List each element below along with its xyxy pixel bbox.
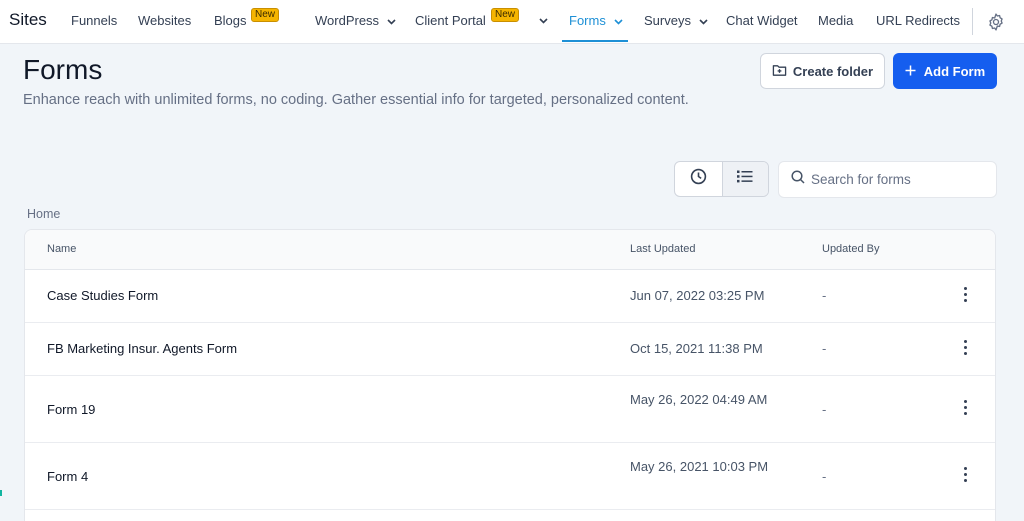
top-nav: Sites Funnels Websites Blogs New WordPre… xyxy=(0,0,1024,44)
breadcrumb-home[interactable]: Home xyxy=(27,207,60,221)
form-name[interactable]: Form 19 xyxy=(47,402,95,417)
add-form-label: Add Form xyxy=(923,63,986,79)
chevron-down-icon xyxy=(699,13,708,28)
updated-by: - xyxy=(822,469,827,484)
chevron-down-icon xyxy=(614,13,623,28)
page-description: Enhance reach with unlimited forms, no c… xyxy=(23,92,689,108)
app-title: Sites xyxy=(9,10,47,29)
more-options-icon[interactable] xyxy=(957,397,973,417)
nav-tab-label: URL Redirects xyxy=(876,13,961,28)
nav-tab-label: Client Portal xyxy=(415,13,486,28)
last-updated: May 26, 2021 10:03 PM xyxy=(630,459,769,474)
updated-by: - xyxy=(822,288,827,303)
table-header: Name Last Updated Updated By xyxy=(25,230,995,270)
table-row[interactable]: FB Marketing Insur. Agents Form Oct 15, … xyxy=(25,323,995,376)
page-title: Forms xyxy=(23,54,103,85)
nav-tab-label: Forms xyxy=(569,13,606,28)
chevron-down-icon xyxy=(387,13,396,28)
nav-tab-funnels[interactable]: Funnels xyxy=(71,13,117,28)
search-input[interactable] xyxy=(811,172,981,187)
new-badge: New xyxy=(491,8,520,22)
nav-tab-forms[interactable]: Forms xyxy=(569,13,623,28)
nav-tab-blogs[interactable]: Blogs xyxy=(214,13,247,28)
forms-table: Name Last Updated Updated By Case Studie… xyxy=(24,229,996,521)
search-icon xyxy=(791,170,805,189)
last-updated: Oct 15, 2021 11:38 PM xyxy=(630,341,763,356)
plus-icon xyxy=(905,64,916,79)
search-box xyxy=(778,161,997,198)
list-icon xyxy=(737,170,753,188)
nav-tab-surveys[interactable]: Surveys xyxy=(644,13,708,28)
chevron-down-icon[interactable] xyxy=(539,18,548,24)
more-options-icon[interactable] xyxy=(957,337,973,357)
last-updated: Jun 07, 2022 03:25 PM xyxy=(630,288,765,303)
column-header-updated-by[interactable]: Updated By xyxy=(822,243,879,255)
nav-tab-url-redirects[interactable]: URL Redirects xyxy=(876,13,960,28)
folder-plus-icon xyxy=(772,63,787,80)
new-badge: New xyxy=(251,8,280,22)
edge-indicator xyxy=(0,490,2,496)
nav-tab-client-portal[interactable]: Client Portal xyxy=(415,13,486,28)
active-tab-indicator xyxy=(562,40,628,42)
form-name[interactable]: Form 4 xyxy=(47,469,88,484)
nav-tab-label: Blogs xyxy=(214,13,247,28)
nav-tab-label: Chat Widget xyxy=(726,13,798,28)
nav-tab-label: Websites xyxy=(138,13,192,28)
clock-icon xyxy=(690,168,707,190)
column-header-last-updated[interactable]: Last Updated xyxy=(630,243,695,255)
nav-tab-websites[interactable]: Websites xyxy=(138,13,191,28)
create-folder-label: Create folder xyxy=(792,63,874,79)
add-form-button[interactable]: Add Form xyxy=(893,53,997,89)
nav-tab-label: Media xyxy=(818,13,854,28)
nav-divider xyxy=(972,8,973,35)
form-name[interactable]: Case Studies Form xyxy=(47,288,158,303)
gear-icon[interactable] xyxy=(986,12,1006,32)
more-options-icon[interactable] xyxy=(957,464,973,484)
recent-view-button[interactable] xyxy=(675,162,722,196)
column-header-name[interactable]: Name xyxy=(47,243,76,255)
nav-tab-label: Surveys xyxy=(644,13,691,28)
updated-by: - xyxy=(822,341,827,356)
nav-tab-wordpress[interactable]: WordPress xyxy=(315,13,396,28)
updated-by: - xyxy=(822,402,827,417)
more-options-icon[interactable] xyxy=(957,284,973,304)
nav-tab-chat-widget[interactable]: Chat Widget xyxy=(726,13,798,28)
table-row[interactable]: Form 4 May 26, 2021 10:03 PM - xyxy=(25,443,995,510)
nav-tab-media[interactable]: Media xyxy=(818,13,853,28)
nav-tab-label: WordPress xyxy=(315,13,380,28)
table-row[interactable]: Case Studies Form Jun 07, 2022 03:25 PM … xyxy=(25,270,995,323)
last-updated: May 26, 2022 04:49 AM xyxy=(630,392,768,407)
list-view-button[interactable] xyxy=(721,162,768,196)
table-row[interactable]: Form 19 May 26, 2022 04:49 AM - xyxy=(25,376,995,443)
create-folder-button[interactable]: Create folder xyxy=(760,53,885,89)
view-toggle xyxy=(674,161,769,197)
form-name[interactable]: FB Marketing Insur. Agents Form xyxy=(47,341,237,356)
nav-tab-label: Funnels xyxy=(71,13,118,28)
